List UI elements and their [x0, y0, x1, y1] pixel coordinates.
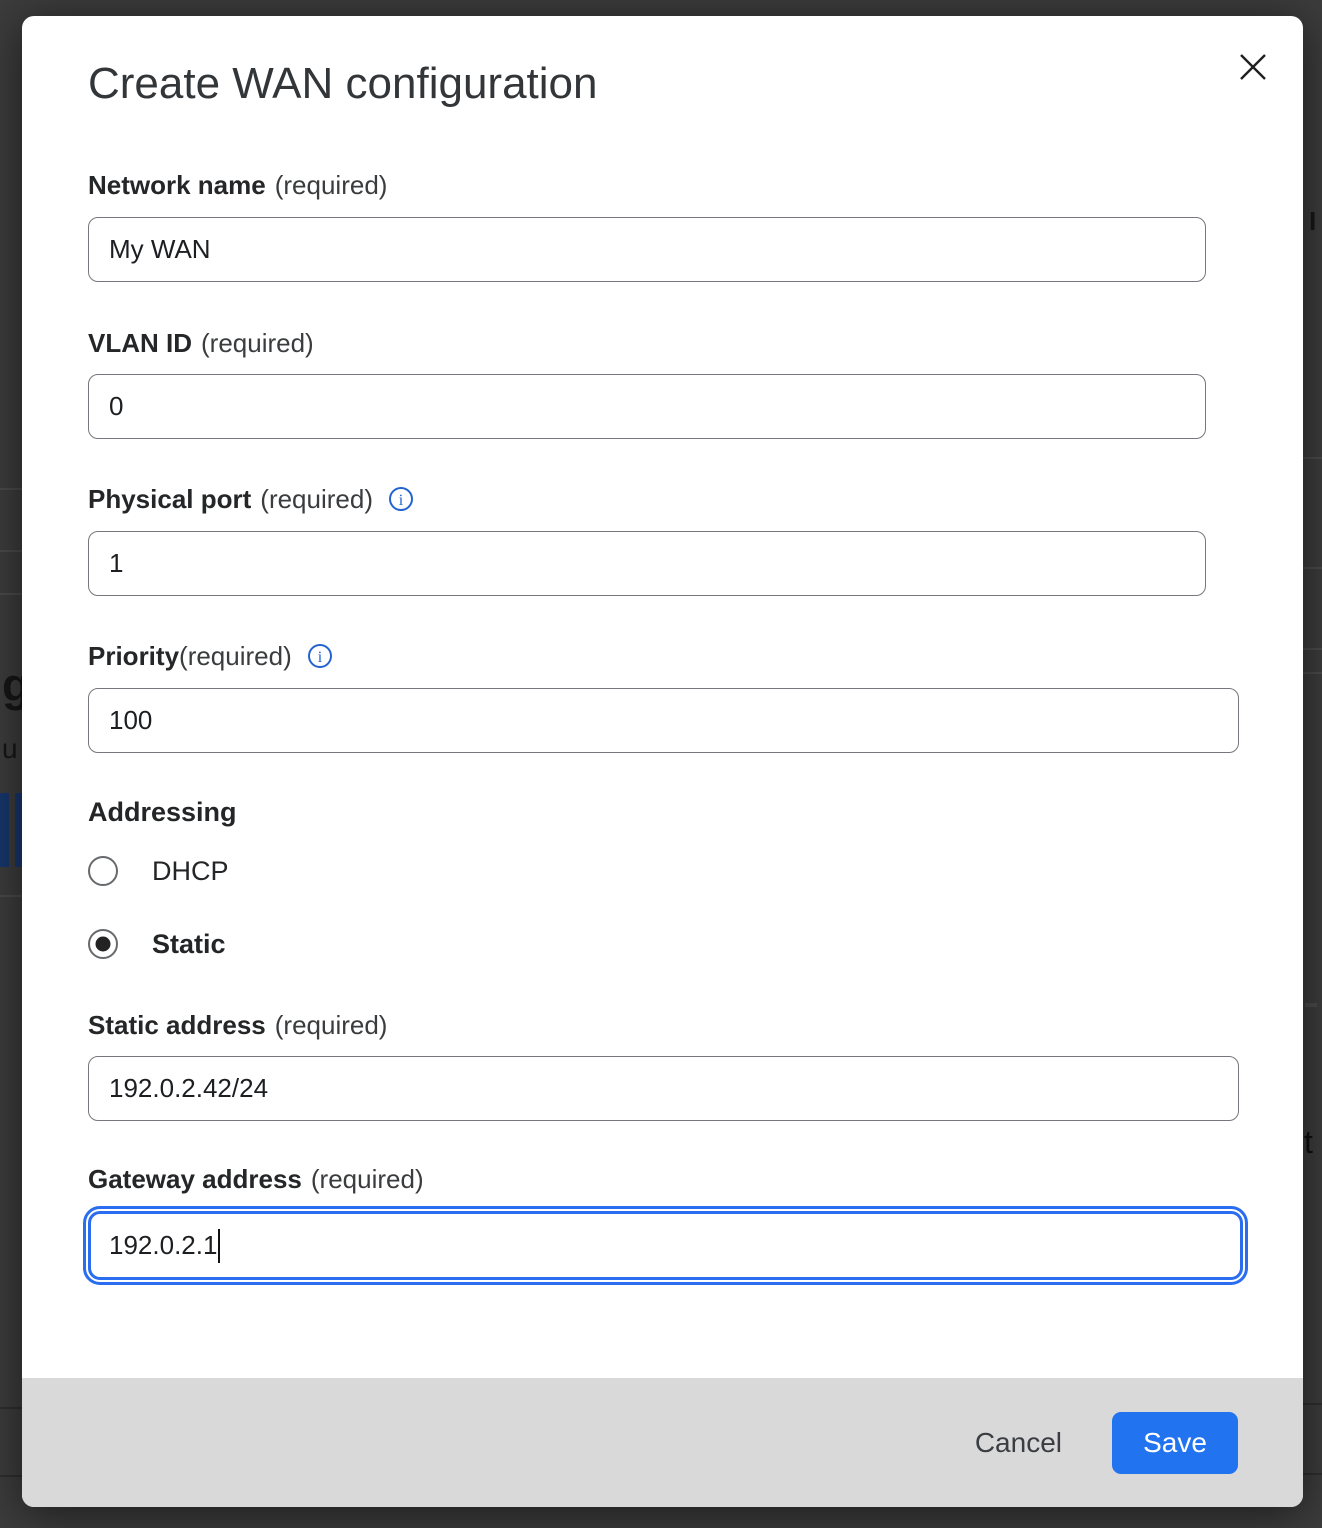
addressing-heading: Addressing: [88, 797, 1303, 827]
create-wan-dialog: Create WAN configuration Network name (r…: [22, 16, 1303, 1507]
background-text-fragment: [1305, 1003, 1317, 1007]
network-name-label-row: Network name (required): [88, 170, 1303, 200]
background-button-fragment: [0, 793, 9, 867]
static-address-label-row: Static address (required): [88, 1010, 1303, 1040]
gateway-address-label: Gateway address: [88, 1164, 302, 1194]
background-table-line: [1303, 648, 1322, 650]
radio-button-unselected[interactable]: [88, 856, 118, 886]
close-icon[interactable]: [1236, 50, 1270, 84]
dialog-footer: Cancel Save: [22, 1378, 1303, 1507]
required-hint: (required): [275, 1010, 388, 1041]
cancel-button[interactable]: Cancel: [973, 1421, 1064, 1465]
info-icon[interactable]: i: [307, 643, 333, 669]
background-table-line: [1303, 672, 1322, 674]
network-name-label: Network name: [88, 170, 266, 200]
svg-text:i: i: [318, 649, 323, 666]
text-caret: [218, 1229, 220, 1263]
radio-label-static: Static: [152, 929, 226, 960]
static-address-label: Static address: [88, 1010, 266, 1040]
priority-label-row: Priority (required) i: [88, 641, 1303, 671]
svg-text:i: i: [399, 492, 404, 509]
vlan-id-label: VLAN ID: [88, 328, 192, 358]
priority-label: Priority: [88, 641, 179, 671]
background-text-fragment: t: [1304, 1124, 1322, 1160]
static-address-input[interactable]: [88, 1056, 1239, 1121]
radio-option-static[interactable]: Static: [88, 929, 1303, 959]
required-hint: (required): [260, 484, 373, 515]
background-table-line: [1303, 457, 1322, 459]
background-table-line: [1303, 1473, 1322, 1475]
priority-input[interactable]: [88, 688, 1239, 753]
required-hint: (required): [275, 170, 388, 201]
gateway-address-label-row: Gateway address (required): [88, 1164, 1303, 1194]
background-text-fragment: I: [1309, 206, 1322, 236]
physical-port-label-row: Physical port (required) i: [88, 484, 1303, 514]
gateway-address-input[interactable]: 192.0.2.1: [88, 1211, 1243, 1280]
radio-button-selected[interactable]: [88, 929, 118, 959]
save-button[interactable]: Save: [1112, 1412, 1238, 1474]
physical-port-label: Physical port: [88, 484, 251, 514]
radio-label-dhcp: DHCP: [152, 856, 229, 887]
network-name-input[interactable]: [88, 217, 1206, 282]
close-x-glyph: [1238, 52, 1268, 82]
radio-option-dhcp[interactable]: DHCP: [88, 856, 1303, 886]
info-icon[interactable]: i: [388, 486, 414, 512]
required-hint: (required): [201, 328, 314, 359]
required-hint: (required): [311, 1164, 424, 1195]
physical-port-input[interactable]: [88, 531, 1206, 596]
dialog-title: Create WAN configuration: [88, 60, 1303, 108]
background-table-line: [1303, 1403, 1322, 1405]
gateway-address-value: 192.0.2.1: [109, 1230, 217, 1261]
vlan-id-label-row: VLAN ID (required): [88, 328, 1303, 358]
vlan-id-input[interactable]: [88, 374, 1206, 439]
required-hint: (required): [179, 641, 292, 672]
background-table-line: [1303, 567, 1322, 569]
